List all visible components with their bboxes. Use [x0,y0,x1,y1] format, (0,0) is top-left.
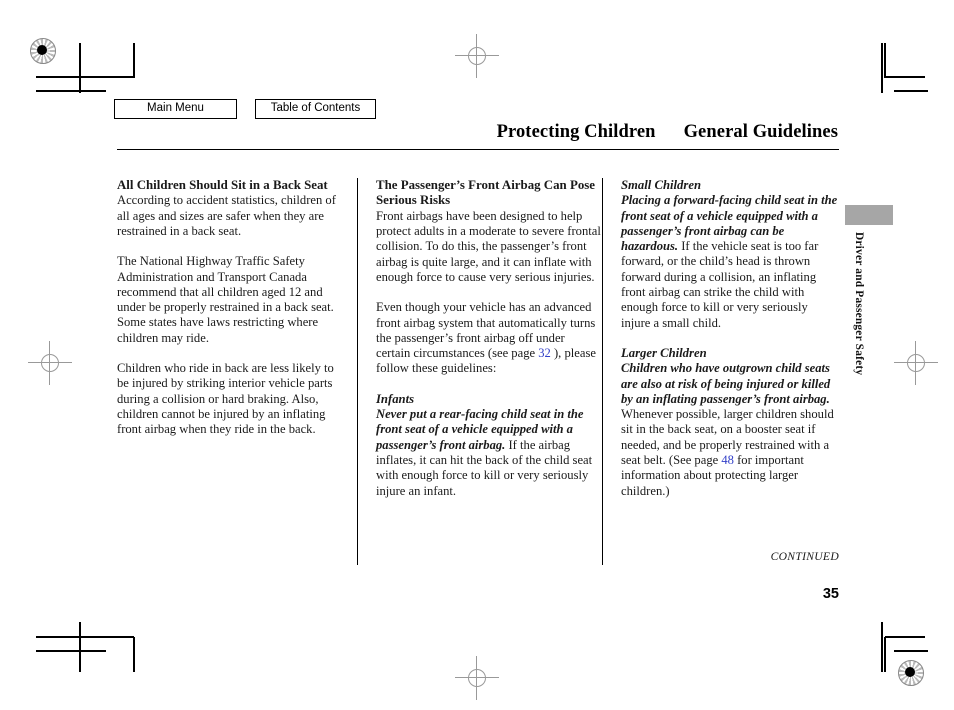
column-three: Small Children Placing a forward-facing … [602,178,839,565]
table-of-contents-button[interactable]: Table of Contents [255,99,376,119]
registration-target-bottom-right [898,660,924,686]
crop-mark-top-right-vertical-inner [884,43,886,78]
registration-crosshair-bottom-center [455,656,499,700]
column-two-paragraph-3: Never put a rear-facing child seat in th… [376,407,602,499]
navigation-bar: Main Menu Table of Contents [114,99,376,119]
continued-label: CONTINUED [770,550,839,563]
column-two-heading: The Passenger’s Front Airbag Can Pose Se… [376,178,596,208]
content-columns: All Children Should Sit in a Back Seat A… [117,178,839,565]
column-three-paragraph-1: Placing a forward-facing child seat in t… [621,193,839,331]
page-reference-link-32[interactable]: 32 [538,346,551,360]
registration-crosshair-top-center [455,34,499,78]
column-one-heading: All Children Should Sit in a Back Seat [117,178,328,192]
crop-mark-top-left-vertical-inner [133,43,135,78]
header-titles: Protecting Children General Guidelines [117,122,839,143]
column-three-subheading-larger-children: Larger Children [621,345,707,360]
registration-crosshair-right-center [894,341,938,385]
column-one-paragraph-3: Children who ride in back are less likel… [117,361,334,437]
page-header: Protecting Children General Guidelines [117,122,839,150]
registration-crosshair-left-center [28,341,72,385]
column-two-subheading-infants: Infants [376,391,415,406]
crop-mark-top-left-vertical-outer [79,43,81,93]
column-one-paragraph-2: The National Highway Traffic Safety Admi… [117,254,334,345]
header-divider-rule [117,149,839,150]
column-one-paragraph-1: According to accident statistics, childr… [117,193,336,238]
crop-mark-bottom-left-horizontal-outer [36,650,106,652]
side-tab-label: Driver and Passenger Safety [853,232,865,376]
crop-mark-top-left-horizontal [36,76,134,78]
main-menu-button[interactable]: Main Menu [114,99,237,119]
crop-mark-top-right-horizontal-outer [894,90,928,92]
column-two-paragraph-1: Front airbags have been designed to help… [376,208,601,284]
side-tab-marker [845,205,893,225]
column-two: The Passenger’s Front Airbag Can Pose Se… [357,178,602,565]
column-two-paragraph-2: Even though your vehicle has an advanced… [376,300,602,376]
crop-mark-top-left-horizontal-outer [36,90,106,92]
column-three-paragraph-2-lead: Children who have outgrown child seats a… [621,361,831,406]
registration-target-top-left [30,38,56,64]
crop-mark-top-right-horizontal [885,76,925,78]
crop-mark-bottom-right-vertical-outer [881,622,883,672]
page-number: 35 [822,586,839,602]
crop-mark-bottom-right-horizontal [885,636,925,638]
crop-mark-bottom-left-vertical-outer [79,622,81,672]
subsection-title: General Guidelines [683,122,838,142]
crop-mark-bottom-right-vertical-inner [884,637,886,672]
section-title: Protecting Children [496,122,656,142]
crop-mark-bottom-left-vertical-inner [133,637,135,672]
column-three-paragraph-2: Children who have outgrown child seats a… [621,361,839,499]
page-reference-link-48[interactable]: 48 [721,453,734,467]
column-three-subheading-small-children: Small Children [621,178,702,192]
column-one: All Children Should Sit in a Back Seat A… [117,178,357,565]
crop-mark-bottom-left-horizontal [36,636,134,638]
crop-mark-bottom-right-horizontal-outer [894,650,928,652]
side-chapter-tab: Driver and Passenger Safety [845,205,893,375]
crop-mark-top-right-vertical-outer-line [881,43,883,93]
